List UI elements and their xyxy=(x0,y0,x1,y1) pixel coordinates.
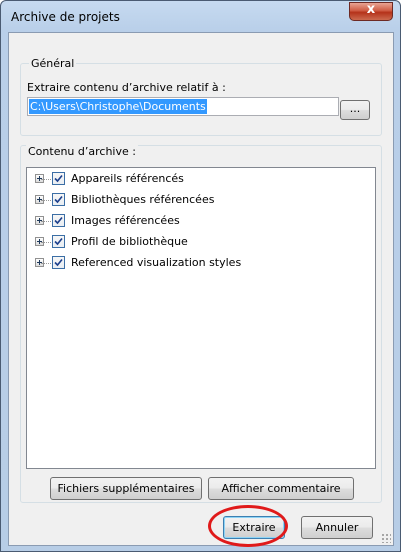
show-comment-button[interactable]: Afficher commentaire xyxy=(208,477,354,500)
tree-connector xyxy=(41,242,51,243)
checkbox-checked[interactable] xyxy=(52,193,65,206)
title-bar[interactable]: Archive de projets x xyxy=(1,1,400,33)
checkmark-icon xyxy=(54,195,63,204)
extract-button-label: Extraire xyxy=(232,521,276,534)
browse-button[interactable]: ... xyxy=(340,100,370,120)
tree-item-label: Profil de bibliothèque xyxy=(71,235,188,248)
tree-connector xyxy=(41,200,51,201)
checkbox-checked[interactable] xyxy=(52,235,65,248)
extra-files-button[interactable]: Fichiers supplémentaires xyxy=(50,477,202,500)
tree-connector xyxy=(41,221,51,222)
checkmark-icon xyxy=(54,174,63,183)
browse-button-label: ... xyxy=(349,102,361,115)
path-input[interactable]: C:\Users\Christophe\Documents xyxy=(27,97,339,116)
extra-files-button-label: Fichiers supplémentaires xyxy=(57,482,195,495)
tree-connector xyxy=(41,179,51,180)
archive-content-group-label: Contenu d’archive : xyxy=(26,145,138,158)
general-group-label: Général xyxy=(29,57,77,70)
tree-connector xyxy=(41,263,51,264)
tree-item-label: Images référencées xyxy=(71,214,180,227)
tree-item-label: Bibliothèques référencées xyxy=(71,193,215,206)
dialog-client-area: Général Extraire contenu d’archive relat… xyxy=(8,32,394,546)
resize-grip[interactable] xyxy=(381,533,391,543)
tree-item-label: Referenced visualization styles xyxy=(71,256,242,269)
show-comment-button-label: Afficher commentaire xyxy=(221,482,341,495)
checkmark-icon xyxy=(54,258,63,267)
checkmark-icon xyxy=(54,237,63,246)
checkmark-icon xyxy=(54,216,63,225)
checkbox-checked[interactable] xyxy=(52,256,65,269)
extract-button[interactable]: Extraire xyxy=(223,516,285,539)
dialog-window: Archive de projets x Général Extraire co… xyxy=(0,0,401,552)
window-title: Archive de projets xyxy=(11,10,120,24)
cancel-button-label: Annuler xyxy=(315,521,359,534)
cancel-button[interactable]: Annuler xyxy=(301,516,373,539)
close-button[interactable]: x xyxy=(349,2,393,21)
close-icon: x xyxy=(366,2,376,17)
archive-content-tree[interactable]: Appareils référencés Bibliothèques référ… xyxy=(26,167,376,469)
path-input-value: C:\Users\Christophe\Documents xyxy=(29,99,207,114)
tree-item-label: Appareils référencés xyxy=(71,172,184,185)
checkbox-checked[interactable] xyxy=(52,214,65,227)
path-label: Extraire contenu d’archive relatif à : xyxy=(27,81,226,94)
checkbox-checked[interactable] xyxy=(52,172,65,185)
